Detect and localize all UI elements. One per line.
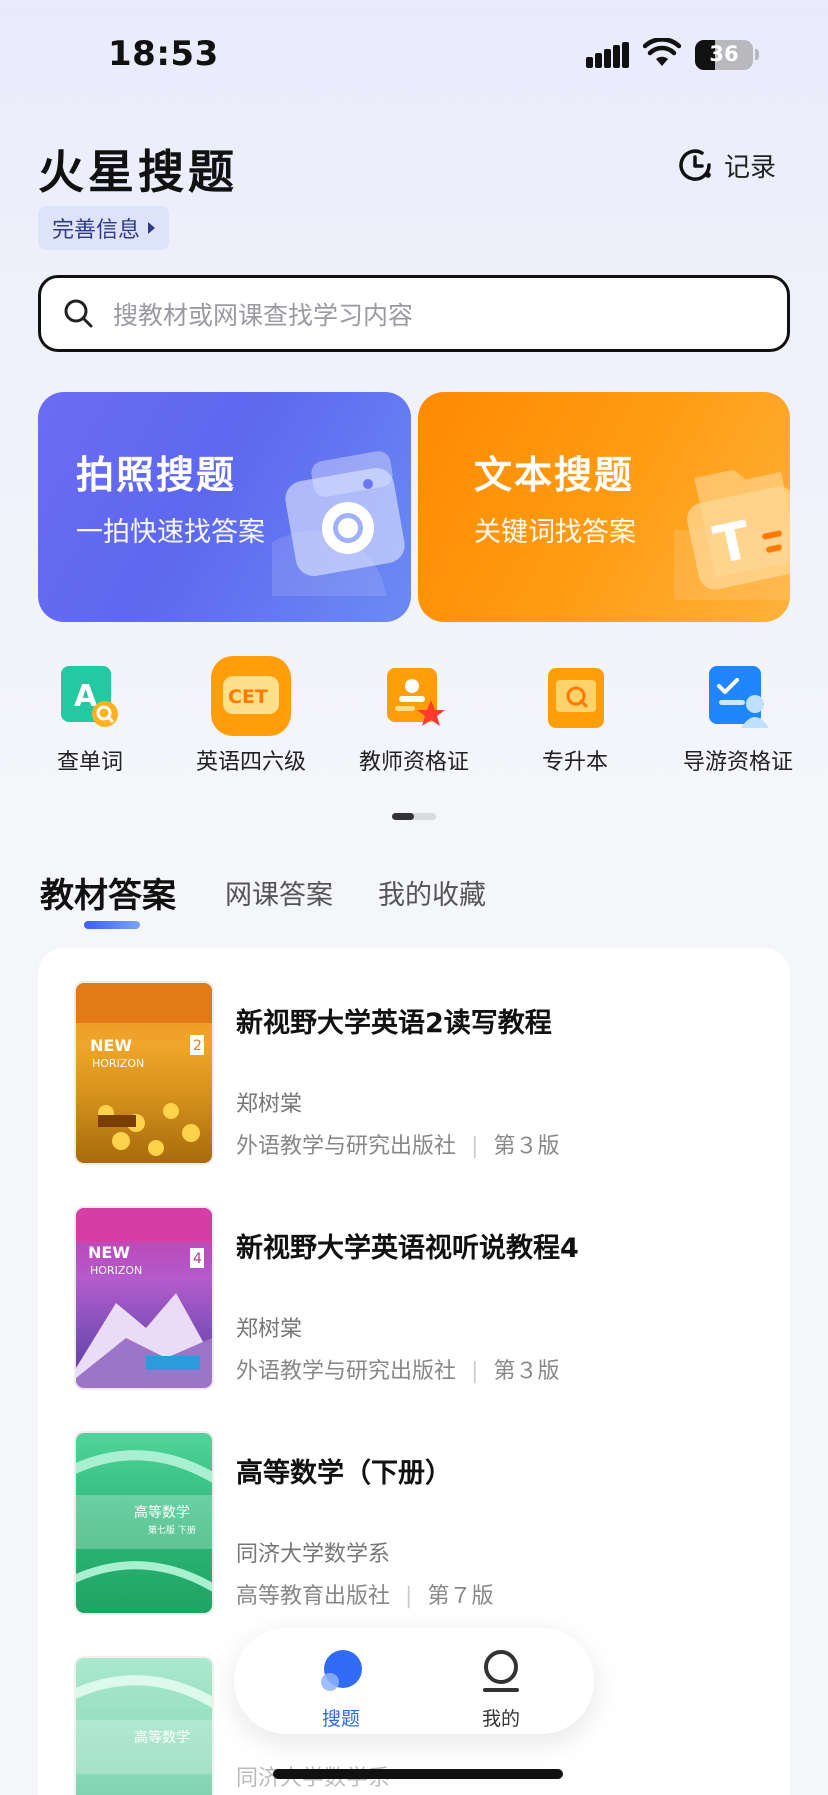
chevron-right-icon	[148, 222, 156, 234]
text-search-card[interactable]: 文本搜题 关键词找答案 T	[418, 392, 790, 622]
book-publisher: 外语教学与研究出版社	[236, 1134, 457, 1159]
book-publisher: 高等教育出版社	[236, 1584, 391, 1609]
word-lookup-icon: A	[57, 664, 123, 730]
photo-search-subtitle: 一拍快速找答案	[76, 517, 265, 548]
battery-icon: 36	[695, 40, 753, 70]
book-title[interactable]: 新视野大学英语视听说教程4	[236, 1226, 579, 1265]
search-icon	[64, 299, 93, 327]
book-author: 郑树棠	[236, 1092, 303, 1117]
svg-text:HORIZON: HORIZON	[90, 1264, 142, 1277]
tab-online-course-answers[interactable]: 网课答案	[225, 873, 333, 912]
teacher-cert-icon	[381, 664, 447, 730]
record-label: 记录	[724, 152, 777, 183]
search-input[interactable]: 搜教材或网课查找学习内容	[38, 275, 790, 352]
home-indicator	[273, 1769, 563, 1779]
cet-icon-text: CET	[228, 686, 268, 708]
svg-text:2: 2	[193, 1038, 202, 1054]
cellular-signal-icon	[586, 42, 630, 68]
status-time: 18:53	[108, 34, 219, 74]
svg-text:4: 4	[193, 1251, 202, 1267]
svg-text:第七版 下册: 第七版 下册	[148, 1524, 196, 1536]
book-publisher: 外语教学与研究出版社	[236, 1359, 457, 1384]
history-clock-icon	[679, 149, 711, 181]
upgrade-exam-icon	[542, 664, 608, 730]
svg-text:高等数学: 高等数学	[134, 1504, 190, 1521]
nav-search-label: 搜题	[321, 1708, 360, 1730]
text-folder-icon: T	[674, 469, 790, 600]
search-placeholder: 搜教材或网课查找学习内容	[113, 300, 414, 330]
book-edition: 第７版	[427, 1584, 494, 1609]
tab-active-indicator	[84, 921, 140, 929]
battery-tip	[755, 49, 759, 60]
book-cover[interactable]: NEW HORIZON 2	[76, 983, 212, 1163]
profile-icon	[483, 1650, 519, 1692]
wifi-icon	[643, 38, 681, 66]
photo-search-title: 拍照搜题	[76, 453, 237, 497]
quick-link-label: 教师资格证	[358, 750, 469, 775]
quick-link-label: 导游资格证	[682, 750, 793, 775]
book-cover[interactable]: NEW HORIZON 4	[76, 1208, 212, 1388]
quick-link-teacher[interactable]: 教师资格证	[344, 664, 484, 776]
nav-search[interactable]: 搜题	[296, 1648, 386, 1731]
book-publisher-line: 外语教学与研究出版社 | 第３版	[236, 1359, 560, 1384]
quick-link-label: 英语四六级	[195, 750, 306, 775]
complete-info-label: 完善信息	[52, 218, 141, 243]
book-author: 同济大学数学系	[236, 1542, 391, 1567]
book-edition: 第３版	[493, 1134, 560, 1159]
book-title[interactable]: 高等数学（下册）	[236, 1451, 452, 1490]
tab-textbook-answers[interactable]: 教材答案	[40, 868, 176, 917]
book-author: 郑树棠	[236, 1317, 303, 1342]
book-edition: 第３版	[493, 1359, 560, 1384]
nav-mine-label: 我的	[481, 1708, 520, 1730]
bottom-nav: 搜题 我的	[234, 1628, 594, 1734]
quick-link-label: 专升本	[541, 750, 608, 775]
tab-my-favorites[interactable]: 我的收藏	[378, 873, 486, 912]
quick-link-upgrade[interactable]: 专升本	[505, 664, 645, 776]
app-title: 火星搜题	[38, 145, 238, 199]
cet-icon: CET	[209, 654, 293, 738]
quick-link-tour-guide[interactable]: 导游资格证	[668, 664, 808, 776]
battery-level: 36	[709, 42, 739, 66]
quick-link-cet[interactable]: CET 英语四六级	[181, 656, 321, 776]
tour-guide-cert-icon	[705, 664, 771, 730]
page-indicator	[392, 813, 436, 820]
quick-link-label: 查单词	[56, 750, 123, 775]
svg-text:NEW: NEW	[90, 1036, 132, 1055]
record-button[interactable]: 记录	[676, 146, 776, 184]
text-search-subtitle: 关键词找答案	[474, 517, 636, 548]
svg-text:高等数学: 高等数学	[134, 1729, 190, 1746]
nav-mine[interactable]: 我的	[456, 1648, 546, 1731]
book-cover[interactable]: 高等数学	[76, 1658, 212, 1795]
quick-link-word[interactable]: A 查单词	[20, 664, 160, 776]
book-cover[interactable]: 高等数学 第七版 下册	[76, 1433, 212, 1613]
book-title[interactable]: 新视野大学英语2读写教程	[236, 1001, 552, 1040]
search-tab-icon	[321, 1650, 362, 1691]
svg-text:HORIZON: HORIZON	[92, 1057, 144, 1070]
complete-info-button[interactable]: 完善信息	[38, 206, 170, 250]
book-publisher-line: 高等教育出版社 | 第７版	[236, 1584, 494, 1609]
camera-icon	[272, 451, 405, 596]
text-search-title: 文本搜题	[474, 453, 635, 497]
svg-text:NEW: NEW	[88, 1243, 130, 1262]
photo-search-card[interactable]: 拍照搜题 一拍快速找答案	[38, 392, 411, 622]
book-publisher-line: 外语教学与研究出版社 | 第３版	[236, 1134, 560, 1159]
